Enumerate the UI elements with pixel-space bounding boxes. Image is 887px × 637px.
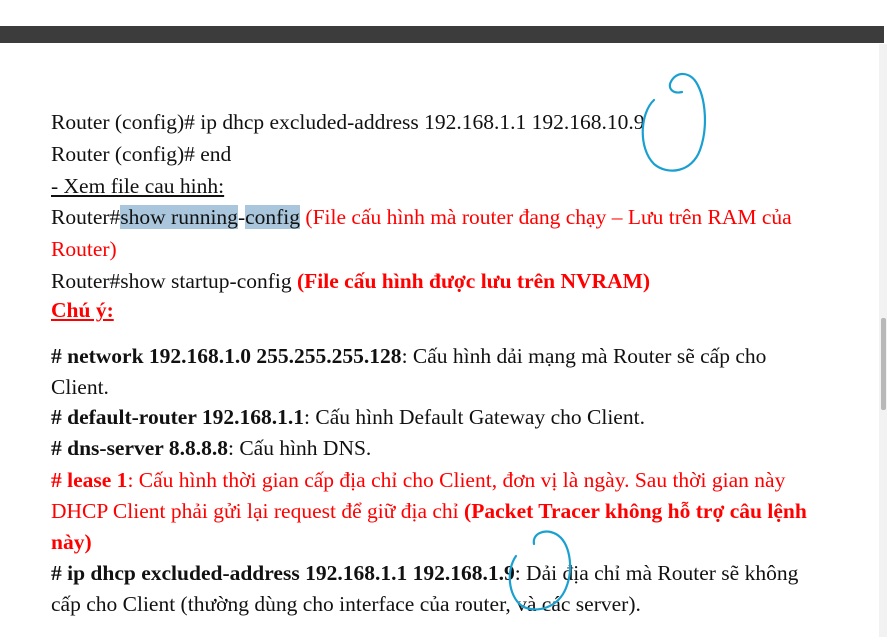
line-client: Client.	[51, 374, 109, 400]
viewer-toolbar	[0, 26, 884, 43]
scrollbar-thumb[interactable]	[881, 318, 886, 410]
heading-text: - Xem file cau hinh:	[51, 174, 225, 198]
line-text: Router (config)# end	[51, 142, 232, 166]
note-text: Router)	[51, 237, 117, 261]
note-text: (Packet Tracer không hỗ trợ câu lệnh	[464, 499, 807, 523]
handwritten-circle-annotation	[641, 72, 707, 172]
line-text: Router (config)# ip dhcp excluded-addres…	[51, 110, 645, 134]
desc-text: : Cấu hình Default Gateway cho Client.	[304, 405, 645, 429]
cmd-text: # lease 1	[51, 468, 128, 492]
heading-text: Chú ý:	[51, 298, 114, 322]
line-dhcp-client: DHCP Client phải gửi lại request để giữ …	[51, 498, 807, 524]
highlighted-text: show running	[120, 205, 238, 229]
desc-text: : Cấu hình thời gian cấp địa chỉ cho Cli…	[127, 468, 786, 492]
cmd-text: Router#show startup-config	[51, 269, 298, 293]
desc-text: Client.	[51, 375, 109, 399]
handwritten-circle-annotation	[508, 530, 572, 611]
cmd-text: # default-router 192.168.1.1	[51, 405, 305, 429]
cmd-text: # dns-server 8.8.8.8	[51, 436, 228, 460]
note-heading: Chú ý:	[51, 297, 114, 323]
section-heading-view-config: - Xem file cau hinh:	[51, 173, 224, 199]
note-text: (File cấu hình được lưu trên NVRAM)	[297, 269, 651, 293]
cmd-text: # ip dhcp excluded-address 192.168.1.1 1…	[51, 561, 515, 585]
line-nay: này)	[51, 529, 92, 555]
desc-text: : Cấu hình dải mạng mà Router sẽ cấp cho	[401, 344, 767, 368]
line-router-paren: Router)	[51, 236, 117, 262]
line-excluded-address-note: # ip dhcp excluded-address 192.168.1.1 1…	[51, 560, 798, 586]
line-default-router: # default-router 192.168.1.1: Cấu hình D…	[51, 404, 645, 430]
desc-text: : Cấu hình DNS.	[227, 436, 372, 460]
note-text: (File cấu hình mà router đang chạy – Lưu…	[300, 205, 792, 229]
line-lease: # lease 1: Cấu hình thời gian cấp địa ch…	[51, 467, 785, 493]
note-text: này)	[51, 530, 92, 554]
cmd-prefix: Router#	[51, 205, 121, 229]
line-show-startup-config: Router#show startup-config (File cấu hìn…	[51, 268, 650, 294]
line-excluded-address-cmd: Router (config)# ip dhcp excluded-addres…	[51, 109, 645, 135]
line-show-running-config: Router#show running-config (File cấu hìn…	[51, 204, 792, 230]
desc-text: DHCP Client phải gửi lại request để giữ …	[51, 499, 465, 523]
line-network: # network 192.168.1.0 255.255.255.128: C…	[51, 343, 766, 369]
highlighted-text: config	[245, 205, 301, 229]
cmd-text: # network 192.168.1.0 255.255.255.128	[51, 344, 402, 368]
line-dns-server: # dns-server 8.8.8.8: Cấu hình DNS.	[51, 435, 371, 461]
line-end-cmd: Router (config)# end	[51, 141, 231, 167]
